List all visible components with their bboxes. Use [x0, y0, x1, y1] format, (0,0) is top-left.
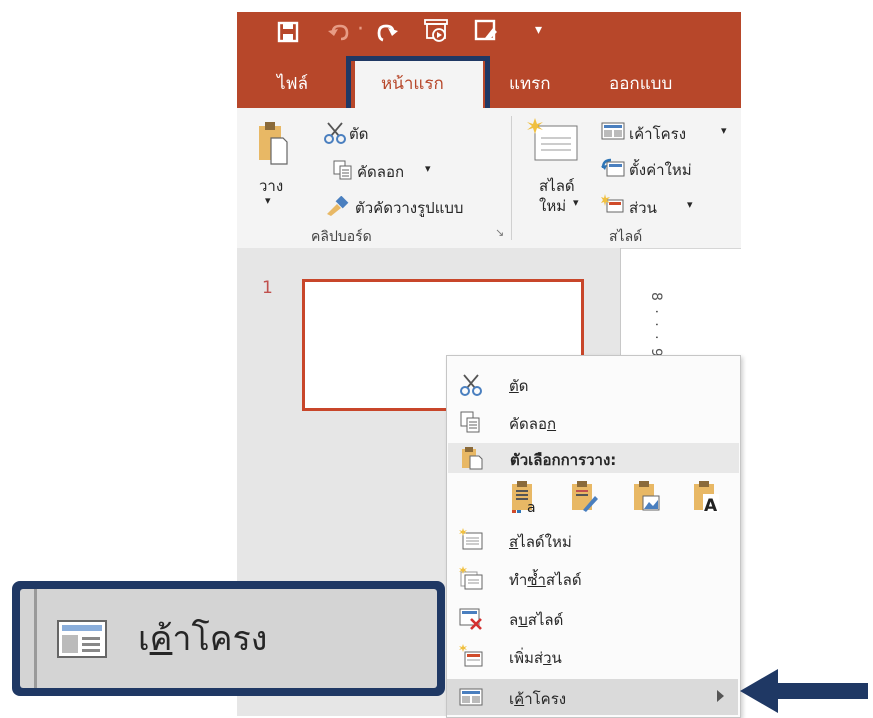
present-from-start-icon[interactable] [423, 18, 451, 46]
menu-item-new-slide[interactable]: สไลด์ใหม่ [447, 522, 738, 558]
menu-item-delete-slide[interactable]: ลบสไลด์ [447, 600, 738, 636]
customize-qat-icon[interactable]: ▾ [535, 16, 542, 44]
menu-item-label: สไลด์ใหม่ [509, 533, 572, 551]
scissors-icon [324, 122, 346, 144]
menu-item-label: เค้าโครง [509, 690, 567, 708]
paste-options-label: ตัวเลือกการวาง: [510, 451, 617, 469]
new-slide-label-line2[interactable]: ใหม่ [539, 194, 566, 218]
clipboard-launcher-icon[interactable]: ↘ [495, 226, 504, 239]
reset-label[interactable]: ตั้งค่าใหม่ [629, 158, 692, 182]
format-painter-label[interactable]: ตัวคัดวางรูปแบบ [355, 196, 463, 220]
paste-options-header: ตัวเลือกการวาง: [448, 443, 739, 473]
svg-text:A: A [704, 496, 718, 514]
paste-icon [462, 447, 483, 470]
menu-item-duplicate-slide[interactable]: ทำซ้ำสไลด์ [447, 560, 738, 596]
format-painter-icon [327, 196, 349, 216]
section-icon [601, 194, 624, 213]
section-dropdown-arrow[interactable]: ▾ [687, 198, 693, 211]
copy-label[interactable]: คัดลอก [357, 160, 404, 184]
tab-design[interactable]: ออกแบบ [609, 70, 672, 97]
proofing-icon[interactable] [473, 18, 501, 46]
tab-file[interactable]: ไฟล์ [277, 70, 308, 97]
undo-icon[interactable] [327, 20, 353, 44]
new-slide-icon [459, 528, 483, 550]
layout-icon [57, 620, 107, 658]
tab-insert[interactable]: แทรก [509, 70, 551, 97]
scissors-icon [460, 374, 482, 396]
layout-icon [601, 122, 625, 140]
section-icon [459, 644, 483, 667]
pointer-arrow-icon [740, 669, 868, 713]
menu-item-add-section[interactable]: เพิ่มส่วน [447, 638, 738, 674]
layout-dropdown-arrow[interactable]: ▾ [721, 124, 727, 137]
menu-item-copy[interactable]: คัดลอก [447, 404, 738, 440]
new-slide-icon[interactable] [527, 118, 579, 162]
svg-text:a: a [527, 500, 536, 514]
zoomed-layout-label: เค้าโครง [138, 619, 268, 659]
paste-picture-icon[interactable] [631, 480, 661, 514]
new-slide-dropdown-arrow[interactable]: ▾ [573, 196, 579, 209]
menu-item-layout[interactable]: เค้าโครง [447, 679, 738, 715]
menu-item-label: คัดลอก [509, 415, 557, 433]
zoom-left-bar [34, 589, 37, 688]
copy-icon [333, 160, 352, 180]
zoomed-callout: เค้าโครง [12, 581, 445, 696]
zoomed-layout-item: เค้าโครง [20, 589, 437, 688]
layout-icon [459, 688, 483, 706]
clipboard-group-label: คลิปบอร์ด [311, 229, 372, 245]
menu-item-label: ทำซ้ำสไลด์ [509, 571, 582, 589]
submenu-arrow-icon [717, 690, 724, 702]
paste-label[interactable]: วาง [259, 174, 283, 198]
delete-slide-icon [459, 608, 482, 630]
copy-icon [460, 411, 480, 433]
undo-dropdown[interactable]: · [357, 16, 364, 44]
section-label[interactable]: ส่วน [629, 196, 657, 220]
copy-dropdown-arrow[interactable]: ▾ [425, 162, 431, 175]
group-separator [511, 116, 512, 240]
menu-item-label: ลบสไลด์ [509, 611, 564, 629]
ribbon: วาง ▾ ตัด คัดลอก ▾ ตัวคัดวางรูปแบบ คลิปบ… [237, 108, 741, 249]
reset-icon [601, 158, 625, 177]
menu-item-label: เพิ่มส่วน [509, 649, 562, 667]
paste-icon[interactable] [257, 120, 289, 166]
redo-icon[interactable] [373, 20, 399, 44]
menu-item-cut[interactable]: ตัด [447, 366, 738, 402]
paste-dropdown-arrow[interactable]: ▾ [265, 194, 271, 207]
slide-number: 1 [262, 278, 273, 298]
paste-keep-text-only-icon[interactable]: A [691, 480, 721, 514]
layout-label[interactable]: เค้าโครง [629, 122, 686, 146]
save-icon[interactable] [277, 21, 299, 43]
slides-group-label: สไลด์ [609, 229, 643, 245]
duplicate-slide-icon [459, 566, 483, 590]
cut-label[interactable]: ตัด [349, 122, 368, 146]
paste-use-destination-theme-icon[interactable]: a [509, 480, 539, 514]
title-bar: · ▾ [237, 12, 741, 52]
paste-keep-source-formatting-icon[interactable] [569, 480, 599, 514]
context-menu: ตัด คัดลอก ตัวเลือกการวาง: a A สไลด์ใหม่… [446, 355, 741, 718]
menu-item-label: ตัด [509, 377, 529, 395]
